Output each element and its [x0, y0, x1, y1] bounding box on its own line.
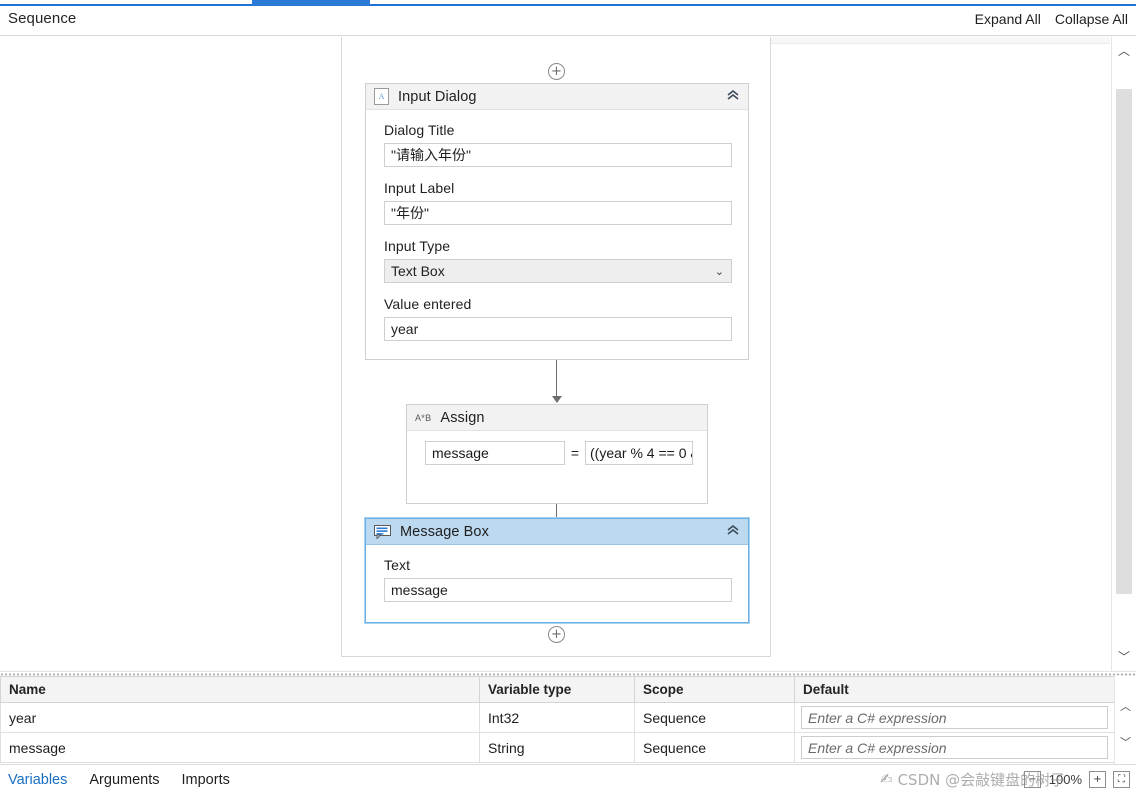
activity-body-message-box: Text message: [366, 545, 748, 616]
tab-variables[interactable]: Variables: [8, 772, 67, 788]
message-bubble-icon: [374, 525, 391, 539]
cell-variable-type[interactable]: Int32: [480, 703, 635, 733]
zoom-percent-label: 100%: [1048, 772, 1082, 787]
default-expression-input[interactable]: Enter a C# expression: [801, 706, 1108, 729]
scroll-down-arrow-icon[interactable]: ﹀: [1115, 734, 1136, 752]
scrollbar-thumb[interactable]: [1116, 89, 1132, 594]
variables-panel: Name Variable type Scope Default year In…: [0, 676, 1136, 764]
activity-title: Input Dialog: [398, 89, 477, 105]
cell-variable-name[interactable]: year: [1, 703, 480, 733]
activity-body-input-dialog: Dialog Title "请输入年份" Input Label "年份" In…: [366, 110, 748, 355]
zoom-out-button[interactable]: −: [1024, 771, 1041, 788]
table-row[interactable]: year Int32 Sequence Enter a C# expressio…: [1, 703, 1115, 733]
header-actions: Expand All Collapse All: [975, 11, 1128, 27]
canvas-vertical-scrollbar[interactable]: ︿ ﹀: [1111, 37, 1136, 671]
field-label-text: Text: [384, 557, 732, 573]
scroll-down-arrow-icon[interactable]: ﹀: [1112, 647, 1136, 667]
field-label-input-type: Input Type: [384, 238, 732, 254]
activity-header-input-dialog[interactable]: A Input Dialog: [366, 84, 748, 110]
activity-message-box[interactable]: Message Box Text message: [365, 518, 749, 623]
collapse-all-button[interactable]: Collapse All: [1055, 11, 1128, 27]
add-activity-top-button[interactable]: +: [548, 63, 565, 80]
document-icon: A: [374, 88, 389, 105]
connector-arrow: [552, 396, 562, 403]
variables-vertical-scrollbar[interactable]: ︿ ﹀: [1114, 676, 1136, 764]
field-label-dialog-title: Dialog Title: [384, 122, 732, 138]
tab-imports[interactable]: Imports: [182, 772, 230, 788]
activity-title: Assign: [440, 410, 484, 426]
activity-body-assign: message = ((year % 4 == 0 &: [407, 431, 707, 477]
connector-line: [556, 360, 557, 396]
variables-table: Name Variable type Scope Default year In…: [0, 676, 1115, 763]
scroll-up-arrow-icon[interactable]: ︿: [1112, 41, 1136, 61]
bottom-tabs: Variables Arguments Imports: [8, 772, 230, 788]
field-label-value-entered: Value entered: [384, 296, 732, 312]
value-entered-input[interactable]: year: [384, 317, 732, 341]
cell-variable-scope[interactable]: Sequence: [635, 703, 795, 733]
tab-strip-far-right-filler: [1088, 0, 1136, 4]
column-header-variable-type[interactable]: Variable type: [480, 677, 635, 703]
breadcrumb[interactable]: Sequence: [8, 10, 76, 27]
field-label-input-label: Input Label: [384, 180, 732, 196]
table-header-row: Name Variable type Scope Default: [1, 677, 1115, 703]
cell-variable-scope[interactable]: Sequence: [635, 733, 795, 763]
dialog-title-input[interactable]: "请输入年份": [384, 143, 732, 167]
scroll-up-arrow-icon[interactable]: ︿: [1115, 698, 1136, 716]
tab-strip-left-filler: [0, 0, 248, 4]
column-header-scope[interactable]: Scope: [635, 677, 795, 703]
activity-title: Message Box: [400, 524, 489, 540]
assign-icon: A*B: [415, 413, 431, 423]
activity-header-assign[interactable]: A*B Assign: [407, 405, 707, 431]
add-activity-bottom-button[interactable]: +: [548, 626, 565, 643]
chevron-double-up-icon[interactable]: [725, 88, 741, 104]
assign-operator: =: [571, 445, 579, 461]
assign-to-input[interactable]: message: [425, 441, 565, 465]
message-text-input[interactable]: message: [384, 578, 732, 602]
assign-value-input[interactable]: ((year % 4 == 0 &: [585, 441, 693, 465]
input-type-selected-value: Text Box: [391, 263, 445, 279]
zoom-status-controls: − 100% + ⛶: [1024, 771, 1130, 788]
default-expression-input[interactable]: Enter a C# expression: [801, 736, 1108, 759]
tab-strip-right-filler: [372, 0, 1084, 4]
activity-header-message-box[interactable]: Message Box: [366, 519, 748, 545]
tab-arguments[interactable]: Arguments: [89, 772, 159, 788]
bottom-tab-bar: Variables Arguments Imports − 100% + ⛶: [0, 764, 1136, 799]
chevron-down-icon: ⌄: [715, 265, 724, 278]
input-type-select[interactable]: Text Box ⌄: [384, 259, 732, 283]
table-row[interactable]: message String Sequence Enter a C# expre…: [1, 733, 1115, 763]
cell-variable-type[interactable]: String: [480, 733, 635, 763]
chevron-double-up-icon[interactable]: [725, 523, 741, 539]
fit-to-screen-button[interactable]: ⛶: [1113, 771, 1130, 788]
column-header-name[interactable]: Name: [1, 677, 480, 703]
designer-header: Sequence Expand All Collapse All: [0, 6, 1136, 36]
activity-assign[interactable]: A*B Assign message = ((year % 4 == 0 &: [406, 404, 708, 504]
input-label-input[interactable]: "年份": [384, 201, 732, 225]
activity-input-dialog[interactable]: A Input Dialog Dialog Title "请输入年份" Inpu…: [365, 83, 749, 360]
cell-variable-default[interactable]: Enter a C# expression: [795, 733, 1115, 763]
column-header-default[interactable]: Default: [795, 677, 1115, 703]
workflow-canvas[interactable]: ▾ + A Input Dialog Dialog Title "请输入年份" …: [0, 37, 1110, 671]
cell-variable-default[interactable]: Enter a C# expression: [795, 703, 1115, 733]
expand-all-button[interactable]: Expand All: [975, 11, 1041, 27]
zoom-in-button[interactable]: +: [1089, 771, 1106, 788]
cell-variable-name[interactable]: message: [1, 733, 480, 763]
